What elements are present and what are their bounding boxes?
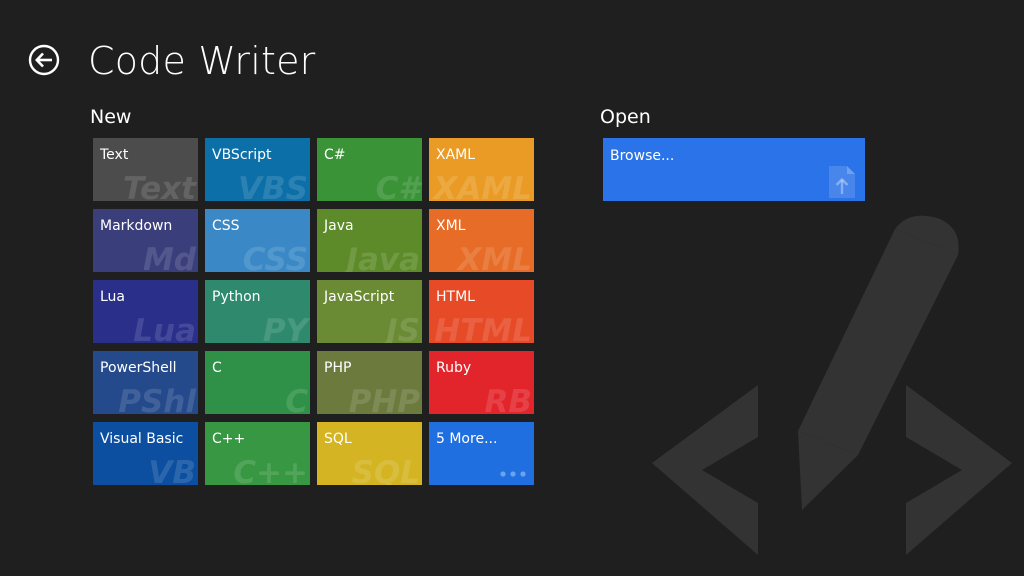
tile-markdown[interactable]: Markdown Md (93, 209, 198, 272)
tile-label: C# (324, 147, 346, 163)
tile-watermark-text: XAML (433, 171, 533, 201)
tile-watermark-text: RB (484, 384, 533, 414)
tile-label: Lua (100, 289, 126, 305)
tile-watermark-text: C++ (233, 455, 308, 485)
tile-c[interactable]: C# C# (317, 138, 422, 201)
tile-label: JavaScript (324, 289, 395, 305)
tile-php[interactable]: PHP PHP (317, 351, 422, 414)
file-upload-icon (829, 166, 855, 198)
tile-label: Ruby (436, 360, 472, 376)
tile-ruby[interactable]: Ruby RB (429, 351, 534, 414)
tile-watermark-text: CSS (242, 242, 308, 272)
tile-java[interactable]: Java Java (317, 209, 422, 272)
tile-watermark-text: PShl (118, 384, 196, 414)
tile-5-more[interactable]: 5 More... (429, 422, 534, 485)
new-section-label: New (90, 106, 132, 128)
back-button[interactable] (28, 44, 60, 76)
code-pencil-watermark-icon (652, 215, 1012, 555)
tile-label: C++ (212, 431, 246, 447)
tile-label: Visual Basic (100, 431, 184, 447)
tile-watermark-text: VBS (238, 171, 308, 201)
tile-label: SQL (324, 431, 352, 447)
tile-label: Java (324, 218, 354, 234)
browse-tile-label: Browse... (610, 148, 675, 164)
open-section-label: Open (600, 106, 651, 128)
tile-watermark-text: SQL (351, 455, 420, 485)
tile-label: CSS (212, 218, 240, 234)
tile-xml[interactable]: XML XML (429, 209, 534, 272)
tile-html[interactable]: HTML HTML (429, 280, 534, 343)
tile-watermark-text: Md (142, 242, 196, 272)
tile-label: VBScript (212, 147, 272, 163)
tile-label: Text (100, 147, 129, 163)
tile-watermark-text: Lua (133, 313, 196, 343)
tile-watermark-text: VB (148, 455, 196, 485)
tile-watermark-text: C# (375, 171, 420, 201)
tile-vbscript[interactable]: VBScript VBS (205, 138, 310, 201)
app-root: Code Writer New Open Text Text VBScript VBS… (0, 0, 1024, 576)
tile-python[interactable]: Python PY (205, 280, 310, 343)
tile-watermark-text: XML (457, 242, 532, 272)
tile-visual-basic[interactable]: Visual Basic VB (93, 422, 198, 485)
tile-javascript[interactable]: JavaScript JS (317, 280, 422, 343)
ellipsis-icon (500, 471, 526, 477)
tile-watermark-text: C (285, 384, 308, 414)
tile-text[interactable]: Text Text (93, 138, 198, 201)
tile-c[interactable]: CC (205, 351, 310, 414)
tile-label: PowerShell (100, 360, 177, 376)
tile-watermark-text: PY (262, 313, 308, 343)
browse-tile[interactable]: Browse... (603, 138, 865, 201)
tile-c[interactable]: C++ C++ (205, 422, 310, 485)
page-title: Code Writer (88, 39, 316, 83)
tile-watermark-text: Text (123, 171, 196, 201)
tile-watermark-text: JS (386, 313, 420, 343)
tile-label: HTML (436, 289, 475, 305)
tile-label: XAML (436, 147, 476, 163)
tile-watermark-text: HTML (434, 313, 532, 343)
tile-label: Python (212, 289, 261, 305)
tile-label: C (212, 360, 222, 376)
tile-watermark-text: PHP (348, 384, 420, 414)
tile-label: PHP (324, 360, 352, 376)
tile-label: 5 More... (436, 431, 498, 447)
tile-watermark-text: Java (346, 242, 420, 272)
tile-xaml[interactable]: XAML XAML (429, 138, 534, 201)
tile-sql[interactable]: SQL SQL (317, 422, 422, 485)
back-arrow-icon (28, 44, 60, 76)
tile-label: XML (436, 218, 466, 234)
tile-powershell[interactable]: PowerShell PShl (93, 351, 198, 414)
tile-lua[interactable]: Lua Lua (93, 280, 198, 343)
tile-label: Markdown (100, 218, 173, 234)
tile-css[interactable]: CSS CSS (205, 209, 310, 272)
new-file-tile-grid: Text Text VBScript VBS C# C# XAML XAML Markdown M… (93, 138, 534, 485)
